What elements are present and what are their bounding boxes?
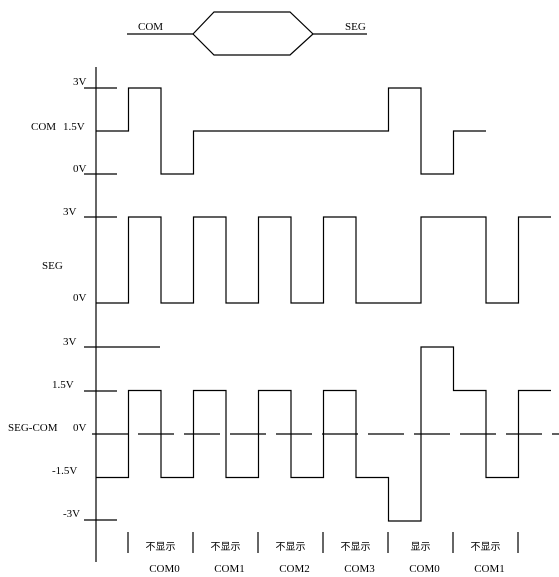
com-level-0v-label: 0V (73, 163, 87, 175)
seg-header-label: SEG (345, 21, 366, 33)
frame-com-label: COM2 (279, 563, 310, 575)
lcd-waveform-diagram: COM SEG 3V COM 1.5V 0V 3V SEG 0V 3V 1.5V… (8, 11, 559, 575)
frame-com-label: COM1 (214, 563, 245, 575)
com-waveform (96, 87, 486, 175)
seg-waveform (96, 216, 551, 304)
segcom-level-0v-label: 0V (73, 422, 87, 434)
com-name-label: COM (31, 121, 56, 133)
frame-com-label: COM1 (474, 563, 505, 575)
seg-level-0v-label: 0V (73, 292, 87, 304)
lcd-cell-hexagon (192, 11, 314, 56)
com-level-3v-label: 3V (73, 76, 87, 88)
frame-display-state: 不显示 (146, 541, 176, 553)
segcom-level-neg3v-label: -3V (63, 508, 80, 520)
segcom-level-1.5v-label: 1.5V (52, 379, 74, 391)
segcom-name-label: SEG-COM (8, 422, 58, 434)
frame-display-state: 不显示 (471, 541, 501, 553)
frame-display-state: 不显示 (341, 541, 371, 553)
segcom-section: 3V 1.5V SEG-COM 0V -1.5V -3V (8, 336, 559, 522)
com-header-label: COM (138, 21, 163, 33)
com-section: 3V COM 1.5V 0V (31, 76, 486, 175)
frame-labels: 不显示 COM0 不显示 COM1 不显示 COM2 不显示 COM3 显示 COM0 不显示 COM… (127, 532, 519, 575)
segcom-level-3v-label: 3V (63, 336, 77, 348)
com-level-1.5v-label: 1.5V (63, 121, 85, 133)
frame-display-state: 不显示 (276, 541, 306, 553)
frame-com-label: COM0 (149, 563, 180, 575)
segcom-level-neg1.5v-label: -1.5V (52, 465, 77, 477)
frame-com-label: COM0 (409, 563, 440, 575)
seg-level-3v-label: 3V (63, 206, 77, 218)
frame-display-state: 显示 (411, 541, 431, 553)
frame-display-state: 不显示 (211, 541, 241, 553)
lcd-cell-symbol: COM SEG (127, 11, 367, 56)
seg-name-label: SEG (42, 260, 63, 272)
frame-com-label: COM3 (344, 563, 375, 575)
seg-section: 3V SEG 0V (42, 206, 551, 304)
